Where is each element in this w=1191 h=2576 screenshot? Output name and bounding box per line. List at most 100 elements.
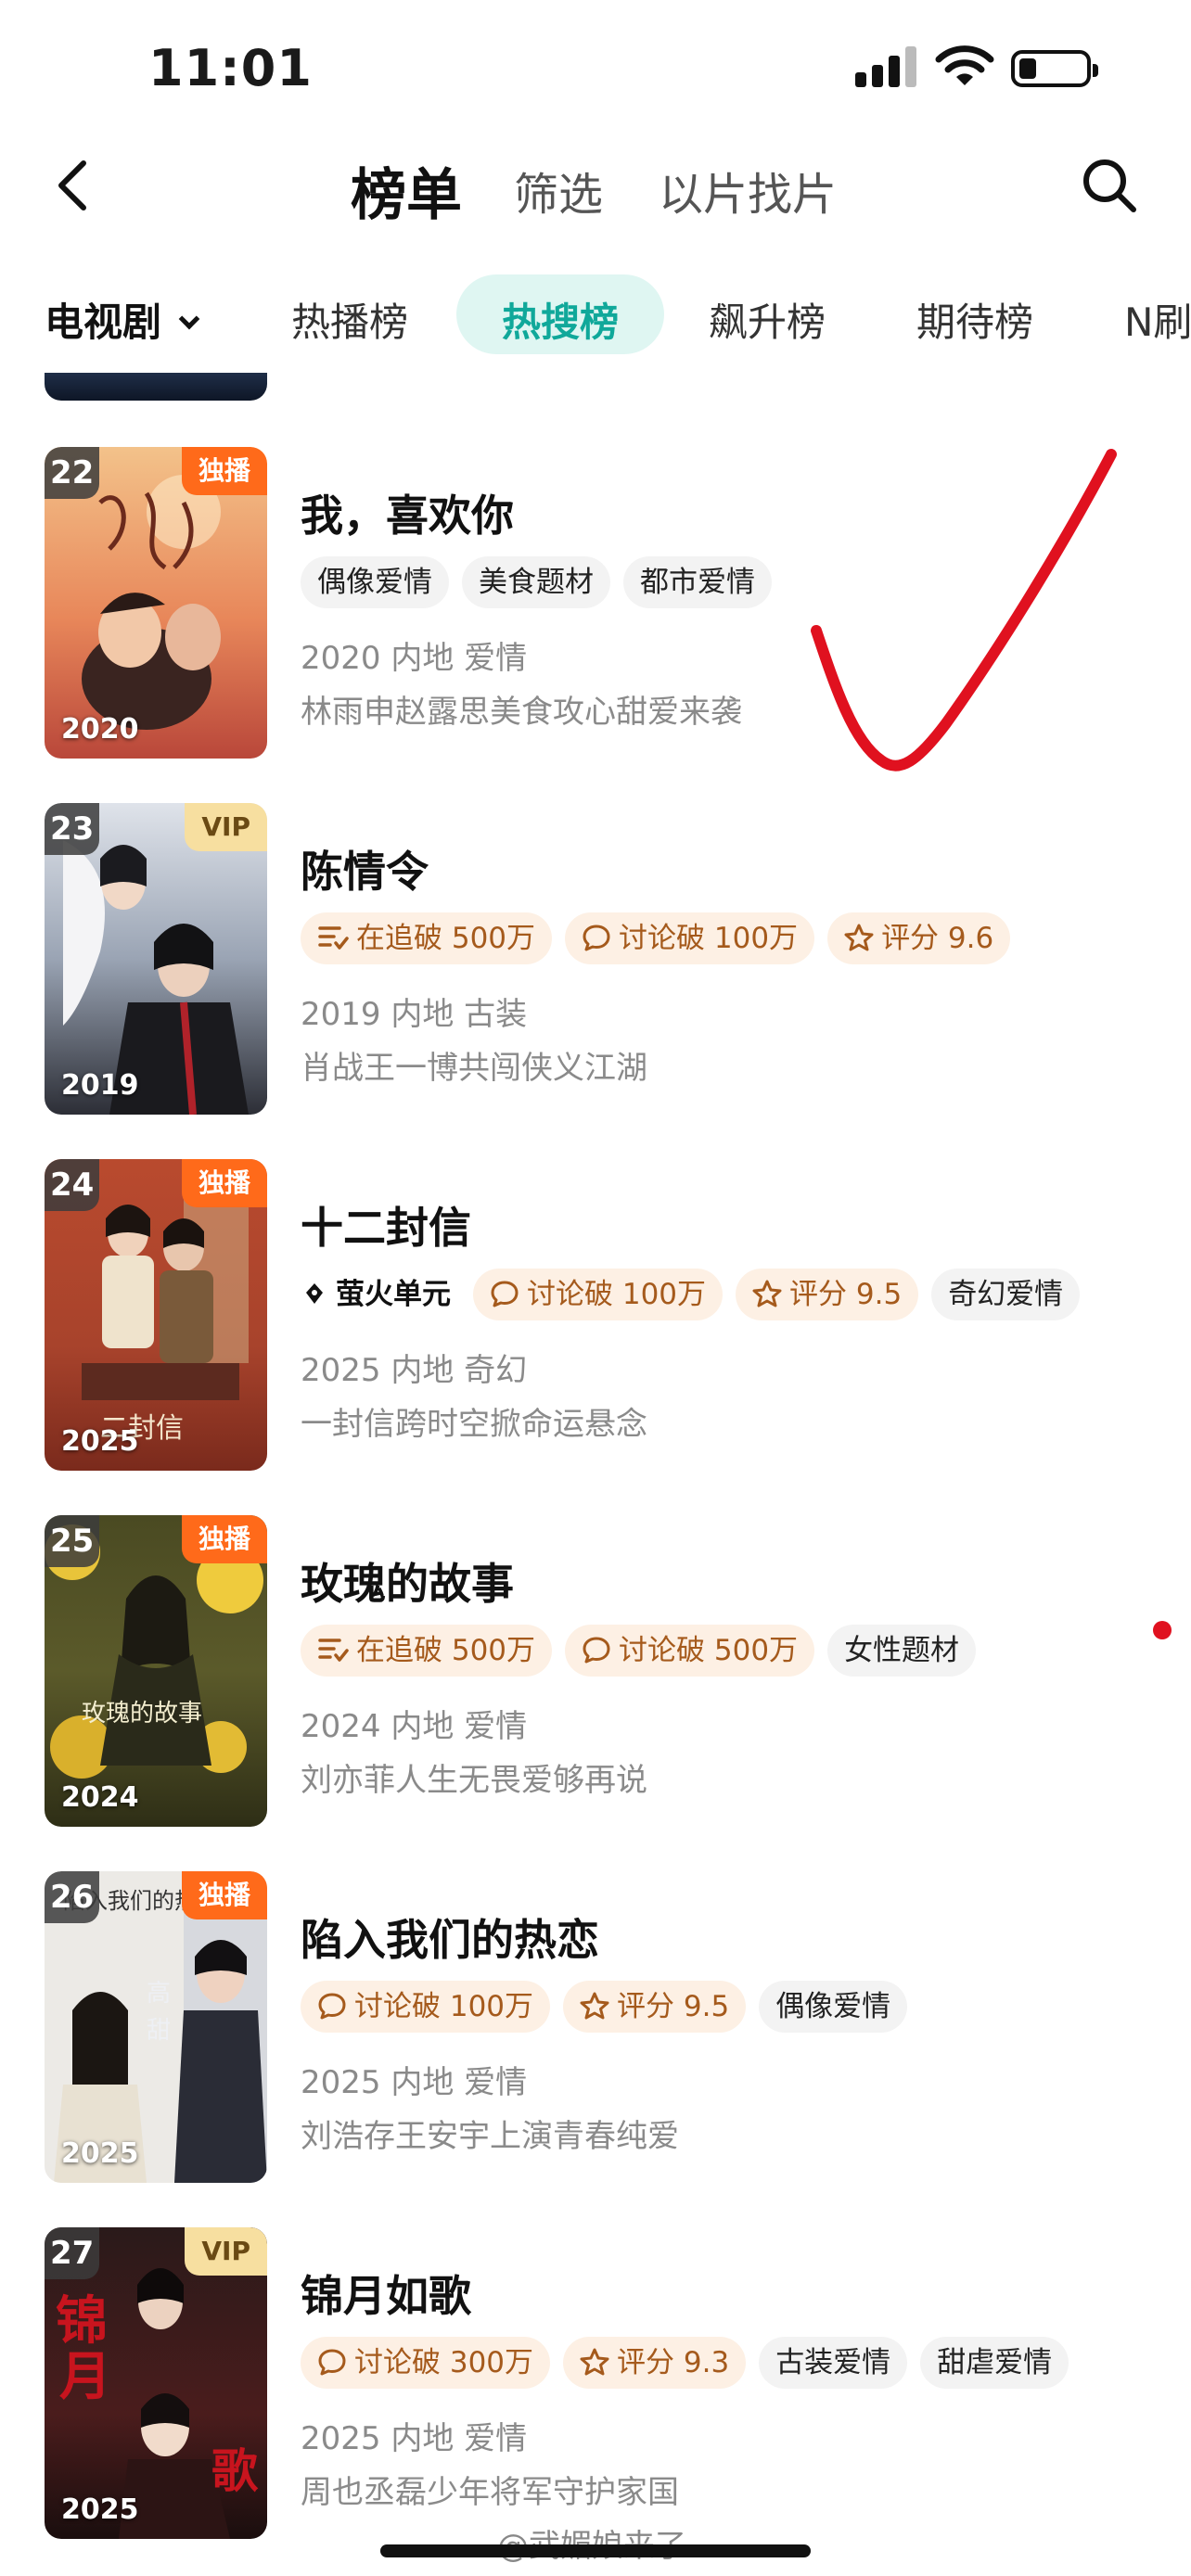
- red-checkmark-annotation: [811, 449, 1117, 772]
- tag-row: 偶像爱情 美食题材 都市爱情: [301, 556, 785, 608]
- show-description: 周也丞磊少年将军守护家国: [301, 2474, 679, 2511]
- tag[interactable]: 美食题材: [462, 556, 610, 608]
- poster-year: 2025: [61, 2493, 139, 2526]
- poster-image[interactable]: 锦 月 歌 27 VIP 2025: [45, 2227, 267, 2539]
- list-item[interactable]: 二封信 24 独播 2025 十二封信 萤火单元 讨论破 100万 评分 9.5 奇幻…: [0, 1159, 1191, 1474]
- search-icon[interactable]: [1080, 156, 1139, 215]
- star-icon: [580, 2348, 609, 2375]
- page-title[interactable]: 榜单: [351, 150, 462, 231]
- vip-badge: VIP: [185, 2227, 267, 2276]
- tab-hot-play[interactable]: 热播榜: [291, 291, 408, 348]
- poster-year: 2025: [61, 2137, 139, 2170]
- tab-rising[interactable]: 飙升榜: [709, 291, 826, 348]
- poster-year: 2025: [61, 1425, 139, 1458]
- firefly-icon: [306, 1282, 323, 1304]
- exclusive-badge: 独播: [181, 1871, 267, 1919]
- show-description: 林雨申赵露思美食攻心甜爱来袭: [301, 694, 742, 731]
- previous-item-poster[interactable]: [45, 373, 267, 401]
- tag[interactable]: 奇幻爱情: [931, 1269, 1081, 1320]
- tag[interactable]: 评分 9.5: [736, 1269, 919, 1320]
- tag[interactable]: 在追破 500万: [301, 912, 553, 964]
- status-bar: 11:01: [0, 0, 1191, 139]
- poster-year: 2020: [61, 713, 139, 746]
- top-nav: 榜单 筛选 以片找片: [0, 139, 1191, 241]
- tag[interactable]: 都市爱情: [623, 556, 772, 608]
- nav-find-by-show-link[interactable]: 以片找片: [659, 158, 837, 223]
- rank-badge: 26: [45, 1871, 100, 1923]
- show-title[interactable]: 锦月如歌: [301, 2263, 471, 2324]
- show-title[interactable]: 陷入我们的热恋: [301, 1906, 599, 1968]
- poster-image[interactable]: 令 23 VIP 2019: [45, 803, 267, 1115]
- tab-hot-search[interactable]: 热搜榜: [456, 274, 664, 354]
- show-title[interactable]: 陈情令: [301, 838, 429, 899]
- poster-year: 2024: [61, 1781, 139, 1814]
- comment-icon: [583, 925, 610, 950]
- comment-icon: [583, 1637, 610, 1663]
- svg-text:玫瑰的故事: 玫瑰的故事: [82, 1700, 202, 1728]
- rank-badge: 22: [45, 447, 100, 499]
- poster-image[interactable]: 22 独播 2020: [45, 447, 267, 759]
- tag[interactable]: 讨论破 100万: [565, 912, 815, 964]
- rank-badge: 24: [45, 1159, 100, 1211]
- tab-rewatch[interactable]: N刷: [1124, 291, 1191, 348]
- home-indicator[interactable]: [380, 2544, 811, 2557]
- tag[interactable]: 偶像爱情: [301, 556, 449, 608]
- show-meta: 2024 内地 爱情: [301, 1708, 528, 1745]
- tag[interactable]: 甜虐爱情: [920, 2337, 1069, 2389]
- show-description: 一封信跨时空掀命运悬念: [301, 1406, 647, 1443]
- poster-year: 2019: [61, 1069, 139, 1102]
- tab-hot-search-label: 热搜榜: [501, 300, 619, 345]
- firefly-brand-tag[interactable]: 萤火单元: [301, 1269, 460, 1320]
- show-meta: 2025 内地 奇幻: [301, 1352, 528, 1389]
- follow-icon: [318, 1638, 349, 1662]
- follow-icon: [318, 925, 349, 950]
- svg-text:甜: 甜: [147, 2017, 171, 2045]
- chevron-down-icon: [178, 308, 200, 330]
- tag[interactable]: 评分 9.3: [563, 2337, 747, 2389]
- poster-image[interactable]: 二封信 24 独播 2025: [45, 1159, 267, 1471]
- status-time: 11:01: [148, 39, 313, 97]
- tag[interactable]: 在追破 500万: [301, 1625, 553, 1677]
- tag[interactable]: 评分 9.5: [563, 1981, 747, 2033]
- watermark: @武媚娘来了: [497, 2520, 686, 2566]
- rank-badge: 23: [45, 803, 100, 855]
- svg-text:锦: 锦: [56, 2290, 108, 2352]
- svg-text:月: 月: [59, 2346, 111, 2407]
- poster-image[interactable]: 玫瑰的故事 25 独播 2024: [45, 1515, 267, 1827]
- tag[interactable]: 讨论破 100万: [301, 1981, 551, 2033]
- star-icon: [752, 1280, 782, 1307]
- tag[interactable]: 女性题材: [827, 1625, 977, 1677]
- show-meta: 2025 内地 爱情: [301, 2064, 528, 2101]
- rank-badge: 25: [45, 1515, 100, 1567]
- tag-row: 讨论破 300万 评分 9.3 古装爱情 甜虐爱情: [301, 2337, 1082, 2389]
- tag[interactable]: 偶像爱情: [759, 1981, 908, 2033]
- tab-anticipated[interactable]: 期待榜: [916, 291, 1033, 348]
- tag[interactable]: 讨论破 500万: [565, 1625, 815, 1677]
- tag-row: 在追破 500万 讨论破 100万 评分 9.6: [301, 912, 1023, 964]
- cellular-signal-icon: [855, 46, 916, 87]
- tag[interactable]: 古装爱情: [759, 2337, 908, 2389]
- genre-dropdown[interactable]: 电视剧: [45, 291, 200, 348]
- comment-icon: [318, 1993, 346, 2019]
- poster-image[interactable]: 高 甜 陷入我们的热恋 26 独播 2025: [45, 1871, 267, 2183]
- back-arrow-icon[interactable]: [48, 158, 104, 213]
- list-item[interactable]: 玫瑰的故事 25 独播 2024 玫瑰的故事 在追破 500万 讨论破 500万女…: [0, 1515, 1191, 1830]
- exclusive-badge: 独播: [181, 1159, 267, 1207]
- list-item[interactable]: 高 甜 陷入我们的热恋 26 独播 2025 陷入我们的热恋 讨论破 100万评…: [0, 1871, 1191, 2187]
- nav-filter-link[interactable]: 筛选: [514, 158, 603, 223]
- tag-row: 在追破 500万 讨论破 500万 女性题材: [301, 1625, 989, 1677]
- genre-label: 电视剧: [45, 300, 162, 345]
- svg-text:高: 高: [147, 1980, 171, 2008]
- show-description: 刘浩存王安宇上演青春纯爱: [301, 2118, 679, 2155]
- list-item[interactable]: 令 23 VIP 2019 陈情令 在追破 500万讨论破 100万评分 9.6…: [0, 803, 1191, 1118]
- tag[interactable]: 讨论破 100万: [473, 1269, 724, 1320]
- tag[interactable]: 评分 9.6: [827, 912, 1011, 964]
- rank-badge: 27: [45, 2227, 100, 2279]
- tag[interactable]: 讨论破 300万: [301, 2337, 551, 2389]
- show-title[interactable]: 十二封信: [301, 1194, 471, 1256]
- list-item[interactable]: 锦 月 歌 27 VIP 2025 锦月如歌 讨论破 300万 评分 9.3 古装爱…: [0, 2227, 1191, 2543]
- show-title[interactable]: 玫瑰的故事: [301, 1550, 514, 1612]
- show-title[interactable]: 我，喜欢你: [301, 482, 514, 543]
- star-icon: [844, 924, 874, 950]
- vip-badge: VIP: [185, 803, 267, 851]
